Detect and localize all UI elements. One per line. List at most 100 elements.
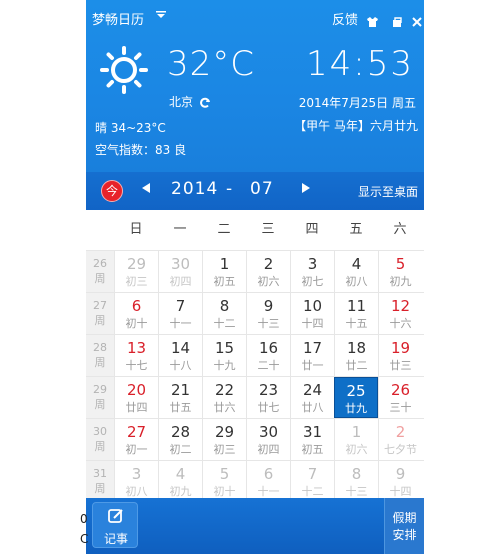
day-cell[interactable]: 29 初三 bbox=[202, 419, 246, 460]
skin-icon[interactable] bbox=[367, 12, 378, 27]
day-number: 13 bbox=[126, 339, 147, 357]
lunar-day: 十三 bbox=[257, 317, 280, 330]
day-cell[interactable]: 2 初六 bbox=[246, 251, 290, 292]
day-cell[interactable]: 5 初十 bbox=[202, 461, 246, 502]
lunar-day: 十一 bbox=[257, 485, 280, 498]
day-cell[interactable]: 26 三十 bbox=[378, 377, 422, 418]
lunar-day: 三十 bbox=[389, 401, 412, 414]
day-cell[interactable]: 5 初九 bbox=[378, 251, 422, 292]
previous-month-icon[interactable] bbox=[142, 183, 150, 196]
lunar-day: 十四 bbox=[389, 485, 412, 498]
next-month-icon[interactable] bbox=[302, 183, 310, 196]
day-number: 4 bbox=[175, 465, 186, 483]
day-number: 9 bbox=[395, 465, 406, 483]
day-number: 5 bbox=[219, 465, 230, 483]
day-cell[interactable]: 22 廿六 bbox=[202, 377, 246, 418]
day-cell[interactable]: 1 初六 bbox=[334, 419, 378, 460]
lunar-day: 十五 bbox=[345, 317, 368, 330]
background-text: C bbox=[80, 532, 89, 546]
notes-label: 记事 bbox=[103, 532, 128, 546]
day-cell[interactable]: 31 初五 bbox=[290, 419, 334, 460]
month-selector[interactable]: 07 bbox=[250, 179, 274, 199]
week-number: 27 周 bbox=[86, 293, 114, 334]
city-name[interactable]: 北京 bbox=[169, 93, 193, 110]
day-number: 5 bbox=[395, 255, 406, 273]
holiday-schedule-button[interactable]: 假期 安排 bbox=[384, 498, 424, 554]
day-cell[interactable]: 8 十三 bbox=[334, 461, 378, 502]
lunar-day: 初五 bbox=[213, 275, 236, 288]
day-cell[interactable]: 3 初八 bbox=[114, 461, 158, 502]
weekday-header: 日一二三四五六 bbox=[86, 210, 424, 250]
day-cell[interactable]: 6 初十 bbox=[114, 293, 158, 334]
day-number: 18 bbox=[346, 339, 367, 357]
day-cell-selected[interactable]: 25 廿九 bbox=[334, 377, 378, 418]
sun-icon bbox=[100, 46, 148, 94]
today-button[interactable]: 今 bbox=[101, 180, 123, 202]
day-number: 16 bbox=[258, 339, 279, 357]
day-cell[interactable]: 6 十一 bbox=[246, 461, 290, 502]
lunar-day: 初一 bbox=[125, 443, 148, 456]
lunar-day: 初六 bbox=[257, 275, 280, 288]
lunar-day: 初三 bbox=[213, 443, 236, 456]
day-cell[interactable]: 11 十五 bbox=[334, 293, 378, 334]
lunar-date: 【甲午 马年】六月廿九 bbox=[294, 119, 418, 133]
day-cell[interactable]: 19 廿三 bbox=[378, 335, 422, 376]
weekday-label: 五 bbox=[349, 222, 363, 237]
pin-icon[interactable] bbox=[392, 12, 403, 27]
lunar-day: 初二 bbox=[169, 443, 192, 456]
feedback-link[interactable]: 反馈 bbox=[332, 9, 358, 28]
day-number: 3 bbox=[131, 465, 142, 483]
edit-note-icon bbox=[108, 508, 124, 524]
day-number: 22 bbox=[214, 381, 235, 399]
day-number: 9 bbox=[263, 297, 274, 315]
day-cell[interactable]: 21 廿五 bbox=[158, 377, 202, 418]
day-number: 15 bbox=[214, 339, 235, 357]
day-cell[interactable]: 3 初七 bbox=[290, 251, 334, 292]
day-cell[interactable]: 20 廿四 bbox=[114, 377, 158, 418]
show-on-desktop-button[interactable]: 显示至桌面 bbox=[358, 183, 418, 200]
year-selector[interactable]: 2014 bbox=[171, 179, 218, 199]
day-cell[interactable]: 14 十八 bbox=[158, 335, 202, 376]
week-number: 31 周 bbox=[86, 461, 114, 502]
lunar-day: 廿二 bbox=[345, 359, 368, 372]
refresh-icon[interactable] bbox=[199, 94, 211, 108]
week-row: 27 周 6 初十 7 十一 8 十二 9 十三 10 十四 11 十五 12 十六 bbox=[86, 292, 424, 334]
day-cell[interactable]: 12 十六 bbox=[378, 293, 422, 334]
day-number: 2 bbox=[263, 255, 274, 273]
day-cell[interactable]: 9 十四 bbox=[378, 461, 422, 502]
day-cell[interactable]: 18 廿二 bbox=[334, 335, 378, 376]
day-cell[interactable]: 30 初四 bbox=[158, 251, 202, 292]
day-cell[interactable]: 30 初四 bbox=[246, 419, 290, 460]
notes-button[interactable]: 记事 bbox=[92, 502, 138, 548]
menu-dropdown-icon[interactable] bbox=[156, 11, 166, 22]
day-cell[interactable]: 1 初五 bbox=[202, 251, 246, 292]
close-icon[interactable] bbox=[412, 12, 423, 27]
day-cell[interactable]: 29 初三 bbox=[114, 251, 158, 292]
day-cell[interactable]: 7 十二 bbox=[290, 461, 334, 502]
weekday-label: 六 bbox=[393, 222, 407, 237]
day-cell[interactable]: 7 十一 bbox=[158, 293, 202, 334]
date-separator: - bbox=[226, 179, 233, 199]
day-number: 2 bbox=[395, 423, 406, 441]
day-cell[interactable]: 10 十四 bbox=[290, 293, 334, 334]
week-row: 29 周 20 廿四 21 廿五 22 廿六 23 廿七 24 廿八 25 廿九 26 三十 bbox=[86, 376, 424, 418]
week-number-value: 27 bbox=[93, 299, 107, 312]
day-cell[interactable]: 28 初二 bbox=[158, 419, 202, 460]
day-cell[interactable]: 17 廿一 bbox=[290, 335, 334, 376]
day-cell[interactable]: 24 廿八 bbox=[290, 377, 334, 418]
day-cell[interactable]: 15 十九 bbox=[202, 335, 246, 376]
week-row: 30 周 27 初一 28 初二 29 初三 30 初四 31 初五 1 初六 2 七夕节 bbox=[86, 418, 424, 460]
day-cell[interactable]: 27 初一 bbox=[114, 419, 158, 460]
week-label: 周 bbox=[94, 314, 106, 327]
lunar-day: 廿五 bbox=[169, 401, 192, 414]
day-cell[interactable]: 4 初八 bbox=[334, 251, 378, 292]
day-cell[interactable]: 23 廿七 bbox=[246, 377, 290, 418]
day-cell[interactable]: 13 十七 bbox=[114, 335, 158, 376]
day-cell[interactable]: 16 二十 bbox=[246, 335, 290, 376]
day-cell[interactable]: 2 七夕节 bbox=[378, 419, 422, 460]
lunar-day: 十七 bbox=[125, 359, 148, 372]
day-cell[interactable]: 9 十三 bbox=[246, 293, 290, 334]
day-cell[interactable]: 8 十二 bbox=[202, 293, 246, 334]
day-cell[interactable]: 4 初九 bbox=[158, 461, 202, 502]
day-number: 28 bbox=[170, 423, 191, 441]
